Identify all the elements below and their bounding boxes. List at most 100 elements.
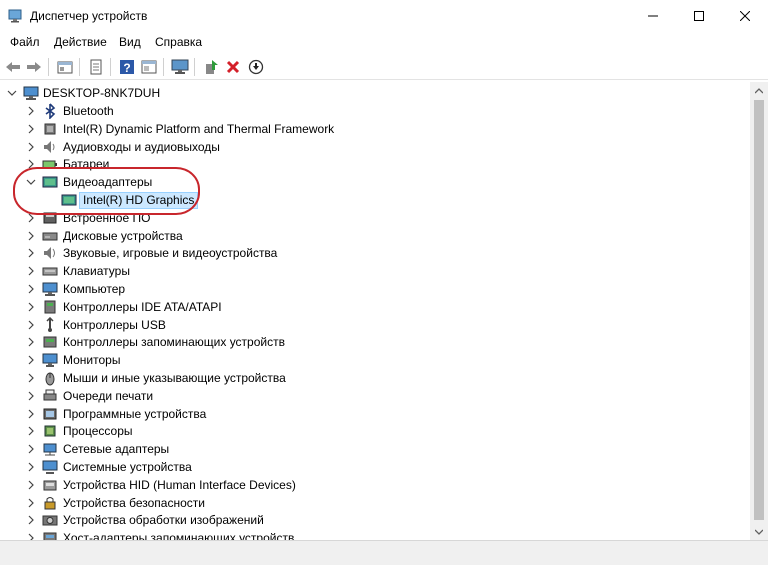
view-button[interactable] [139,57,159,77]
tree-category[interactable]: Очереди печати [0,387,750,405]
chevron-right-icon[interactable] [25,158,37,170]
chevron-right-icon[interactable] [25,354,37,366]
chevron-right-icon[interactable] [25,514,37,526]
download-circle-icon [248,59,264,75]
uninstall-device-button[interactable] [223,57,243,77]
chevron-right-icon[interactable] [25,372,37,384]
tree-category[interactable]: Аудиовходы и аудиовыходы [0,138,750,156]
tree-category[interactable]: Мониторы [0,351,750,369]
disable-device-button[interactable] [246,57,266,77]
close-button[interactable] [722,0,768,32]
forward-button[interactable] [24,57,44,77]
tree-category[interactable]: Контроллеры IDE ATA/ATAPI [0,298,750,316]
tree-category-label: Видеоадаптеры [63,175,153,190]
scroll-up-arrow[interactable] [750,82,768,99]
menu-view[interactable]: Вид [119,35,141,49]
chevron-right-icon[interactable] [25,479,37,491]
toolbar-separator [163,58,164,76]
monitor-scan-icon [171,59,189,74]
tree-category-label: Устройства HID (Human Interface Devices) [63,477,296,492]
tree-category[interactable]: Хост-адаптеры запоминающих устройств [0,529,750,540]
hid-icon [43,480,57,491]
tree-category[interactable]: Видеоадаптеры [0,173,750,191]
chevron-right-icon[interactable] [25,336,37,348]
chevron-right-icon[interactable] [25,301,37,313]
tree-device[interactable]: Intel(R) HD Graphics [0,191,750,209]
menu-bar: Файл Действие Вид Справка [0,32,768,52]
red-x-icon [226,60,240,74]
menu-file[interactable]: Файл [10,35,40,49]
chevron-right-icon[interactable] [25,497,37,509]
chevron-right-icon[interactable] [25,212,37,224]
chevron-right-icon[interactable] [25,532,37,540]
chevron-right-icon[interactable] [25,123,37,135]
menu-action[interactable]: Действие [54,35,107,49]
tree-category[interactable]: Контроллеры запоминающих устройств [0,333,750,351]
scan-hardware-button[interactable] [170,57,190,77]
storage-host-icon [43,532,57,540]
help-button[interactable]: ? [117,57,137,77]
tree-category-label: Дисковые устройства [63,228,183,243]
chevron-right-icon[interactable] [25,105,37,117]
update-driver-button[interactable] [201,57,221,77]
scrollbar-thumb[interactable] [754,100,764,520]
chevron-right-icon[interactable] [25,230,37,242]
properties-button[interactable] [55,57,75,77]
tree-category[interactable]: Intel(R) Dynamic Platform and Thermal Fr… [0,120,750,138]
chevron-right-icon[interactable] [25,425,37,437]
tree-category-label: Программные устройства [63,406,207,421]
tree-category[interactable]: Звуковые, игровые и видеоустройства [0,244,750,262]
minimize-button[interactable] [630,0,676,32]
storage-controller-icon [43,336,57,348]
tree-category[interactable]: Сетевые адаптеры [0,440,750,458]
tree-category[interactable]: Устройства обработки изображений [0,511,750,529]
chevron-right-icon[interactable] [25,443,37,455]
tree-root[interactable]: DESKTOP-8NK7DUH [0,84,750,102]
computer-icon [23,86,39,100]
chevron-right-icon[interactable] [25,141,37,153]
tree-category[interactable]: Батареи [0,155,750,173]
maximize-button[interactable] [676,0,722,32]
chevron-right-icon[interactable] [25,319,37,331]
tree-category[interactable]: Устройства безопасности [0,494,750,512]
show-hidden-button[interactable] [86,57,106,77]
tree-category[interactable]: Дисковые устройства [0,227,750,245]
tree-category[interactable]: Системные устройства [0,458,750,476]
chevron-right-icon[interactable] [25,247,37,259]
tree-category[interactable]: Компьютер [0,280,750,298]
vertical-scrollbar[interactable] [750,82,768,540]
chevron-right-icon[interactable] [25,461,37,473]
toolbar-separator [48,58,49,76]
chevron-right-icon[interactable] [25,408,37,420]
tree-category-label: Контроллеры IDE ATA/ATAPI [63,299,222,314]
chevron-right-icon[interactable] [25,390,37,402]
chevron-down-icon[interactable] [6,87,18,99]
network-adapter-icon [43,443,57,456]
tree-category-label: Аудиовходы и аудиовыходы [63,139,220,154]
tree-category[interactable]: Bluetooth [0,102,750,120]
chevron-right-icon[interactable] [25,265,37,277]
title-bar: Диспетчер устройств [0,0,768,32]
device-manager-icon [8,9,22,23]
tree-category[interactable]: Устройства HID (Human Interface Devices) [0,476,750,494]
processor-icon [44,425,56,437]
chevron-down-icon[interactable] [25,176,37,188]
tree-category[interactable]: Мыши и иные указывающие устройства [0,369,750,387]
tree-category-label: Компьютер [63,282,126,296]
tree-category-label: Мониторы [63,353,121,368]
tree-category-label: Устройства безопасности [63,495,205,510]
help-icon: ? [120,60,134,75]
tree-category[interactable]: Клавиатуры [0,262,750,280]
tree-category-label: Сетевые адаптеры [63,442,170,457]
scroll-down-arrow[interactable] [750,523,768,540]
tree-category[interactable]: Программные устройства [0,405,750,423]
chevron-right-icon[interactable] [25,283,37,295]
tree-category[interactable]: Встроенное ПО [0,209,750,227]
menu-help[interactable]: Справка [155,35,202,49]
back-button[interactable] [3,57,23,77]
sound-icon [44,247,55,260]
tree-category-label: Мыши и иные указывающие устройства [63,371,286,385]
tree-category-label: Устройства обработки изображений [63,513,264,528]
tree-category[interactable]: Процессоры [0,422,750,440]
tree-category[interactable]: Контроллеры USB [0,316,750,334]
